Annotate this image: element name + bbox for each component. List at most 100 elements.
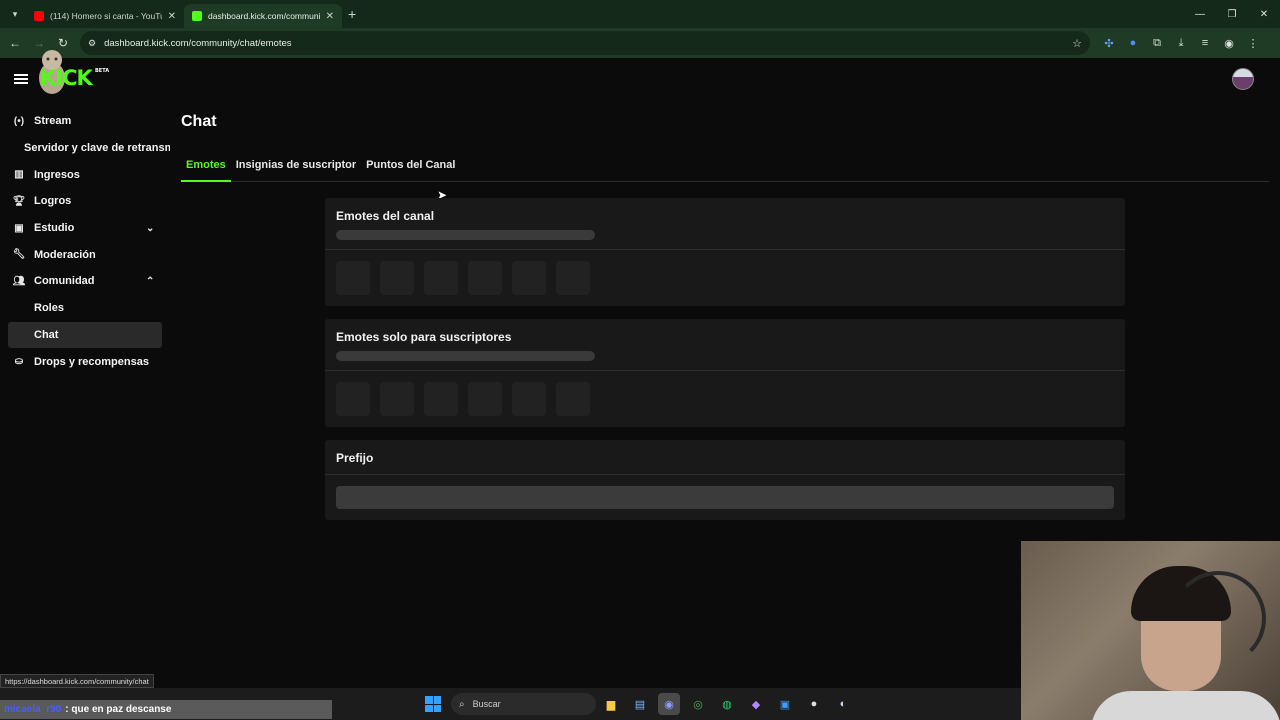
emote-slot[interactable] bbox=[380, 382, 414, 416]
tab-emotes[interactable]: Emotes bbox=[181, 156, 231, 182]
site-info-icon[interactable]: ⚙ bbox=[88, 38, 96, 49]
sidebar-item-chat[interactable]: Chat bbox=[8, 321, 162, 349]
card-header: Emotes solo para suscriptores bbox=[325, 319, 1125, 371]
store-icon[interactable]: ▣ bbox=[774, 693, 796, 715]
profile-icon[interactable]: ◉ bbox=[1217, 37, 1241, 50]
stream-chat-overlay: micaela_r90 : que en paz descanse bbox=[0, 700, 332, 719]
webcam-person bbox=[1091, 691, 1280, 720]
obs-icon[interactable]: ● bbox=[803, 693, 825, 715]
close-tab-icon[interactable]: ✕ bbox=[326, 11, 334, 22]
loading-placeholder bbox=[336, 351, 595, 361]
emote-slot[interactable] bbox=[556, 261, 590, 295]
steam-icon[interactable]: ◐ bbox=[832, 693, 854, 715]
puzzle-icon[interactable]: ⧉ bbox=[1145, 37, 1169, 50]
status-url: https://dashboard.kick.com/community/cha… bbox=[0, 674, 154, 688]
tab-search-icon[interactable]: ▾ bbox=[4, 4, 26, 24]
whatsapp-icon[interactable]: ◍ bbox=[716, 693, 738, 715]
emote-slot[interactable] bbox=[424, 261, 458, 295]
sidebar-item-label: Comunidad bbox=[34, 275, 95, 288]
wrench-icon: 🔧︎ bbox=[12, 249, 26, 261]
chevron-up-icon[interactable]: ⌃ bbox=[146, 276, 154, 287]
window-controls: — ❐ ✕ bbox=[1184, 0, 1280, 28]
chart-icon: ▥ bbox=[14, 169, 24, 181]
webcam-overlay bbox=[1021, 541, 1280, 720]
taskbar-apps: ▆ ▤ ◉ ◎ ◍ ◆ ▣ ● ◐ bbox=[600, 693, 854, 715]
sidebar-item-comunidad[interactable]: 👥︎ Comunidad ⌃ bbox=[0, 268, 170, 295]
sidebar-item-stream[interactable]: (•) Stream bbox=[0, 108, 170, 135]
sidebar-item-label: Chat bbox=[34, 328, 59, 341]
extension-icon[interactable]: ✣ bbox=[1097, 37, 1121, 50]
youtube-favicon-icon bbox=[34, 11, 44, 21]
user-avatar[interactable] bbox=[1232, 68, 1254, 90]
browser-tab-youtube[interactable]: (114) Homero si canta - YouTub ✕ bbox=[26, 4, 184, 28]
chrome-icon[interactable]: ◎ bbox=[687, 693, 709, 715]
kick-favicon-icon bbox=[192, 11, 202, 21]
media-icon[interactable]: ≡ bbox=[1193, 37, 1217, 49]
tab-title: (114) Homero si canta - YouTub bbox=[50, 11, 162, 21]
sidebar-item-label: Servidor y clave de retransmisión bbox=[24, 142, 170, 155]
browser-tab-kick[interactable]: dashboard.kick.com/communit ✕ bbox=[184, 4, 342, 28]
hamburger-menu-icon[interactable] bbox=[14, 72, 28, 86]
studio-icon: ▣ bbox=[14, 222, 24, 234]
discord-icon[interactable]: ◉ bbox=[658, 693, 680, 715]
notepad-icon[interactable]: ▤ bbox=[629, 693, 651, 715]
bookmark-star-icon[interactable]: ☆ bbox=[1072, 37, 1082, 50]
headset-icon bbox=[1171, 571, 1266, 666]
kebab-menu-icon[interactable]: ⋮ bbox=[1241, 37, 1265, 50]
close-tab-icon[interactable]: ✕ bbox=[168, 11, 176, 22]
gift-icon: ⛀ bbox=[14, 356, 24, 368]
folder-icon[interactable]: ▆ bbox=[600, 693, 622, 715]
card-title: Emotes solo para suscriptores bbox=[336, 330, 512, 344]
subscriber-emotes-card: Emotes solo para suscriptores bbox=[325, 319, 1125, 427]
trophy-icon: 🏆︎ bbox=[12, 195, 26, 207]
emote-slot[interactable] bbox=[512, 382, 546, 416]
sidebar-item-estudio[interactable]: ▣ Estudio ⌄ bbox=[0, 215, 170, 242]
search-icon: ⌕ bbox=[459, 698, 465, 710]
download-icon[interactable]: ⤓ bbox=[1169, 37, 1193, 50]
sidebar-item-server-key[interactable]: Servidor y clave de retransmisión bbox=[0, 135, 170, 162]
app-icon[interactable]: ◆ bbox=[745, 693, 767, 715]
emote-slot[interactable] bbox=[336, 261, 370, 295]
windows-start-icon[interactable] bbox=[425, 696, 441, 712]
kick-logo[interactable]: KICK BETA bbox=[40, 66, 109, 90]
broadcast-icon: (•) bbox=[13, 115, 25, 127]
new-tab-icon[interactable]: + bbox=[348, 6, 356, 22]
community-icon: 👥︎ bbox=[12, 275, 26, 287]
sidebar-item-label: Ingresos bbox=[34, 168, 80, 181]
emote-slot[interactable] bbox=[336, 382, 370, 416]
emote-slot[interactable] bbox=[380, 261, 414, 295]
close-window-icon[interactable]: ✕ bbox=[1248, 0, 1280, 28]
taskbar-search[interactable]: ⌕ Buscar bbox=[451, 693, 596, 715]
card-title: Prefijo bbox=[336, 451, 374, 465]
sidebar-item-label: Estudio bbox=[34, 222, 75, 235]
browser-tabbar: ▾ (114) Homero si canta - YouTub ✕ dashb… bbox=[0, 0, 1280, 28]
sidebar-item-roles[interactable]: Roles bbox=[0, 295, 170, 322]
tab-channel-points[interactable]: Puntos del Canal bbox=[361, 156, 460, 182]
search-placeholder: Buscar bbox=[472, 699, 501, 709]
chevron-down-icon[interactable]: ⌄ bbox=[146, 223, 154, 234]
sidebar-item-logros[interactable]: 🏆︎ Logros bbox=[0, 188, 170, 215]
emote-slots bbox=[325, 250, 1125, 306]
sidebar-item-moderacion[interactable]: 🔧︎ Moderación bbox=[0, 241, 170, 268]
emote-slot[interactable] bbox=[424, 382, 458, 416]
emote-slot[interactable] bbox=[556, 382, 590, 416]
emote-slot[interactable] bbox=[468, 261, 502, 295]
chat-message: : que en paz descanse bbox=[65, 704, 172, 715]
extension-icon[interactable]: ● bbox=[1121, 37, 1145, 49]
sidebar-item-ingresos[interactable]: ▥ Ingresos bbox=[0, 161, 170, 188]
sidebar-item-label: Roles bbox=[34, 302, 64, 315]
address-bar[interactable]: ⚙ dashboard.kick.com/community/chat/emot… bbox=[80, 31, 1090, 55]
emote-slot[interactable] bbox=[468, 382, 502, 416]
prefix-input[interactable] bbox=[336, 486, 1114, 509]
emote-slot[interactable] bbox=[512, 261, 546, 295]
sidebar-item-label: Stream bbox=[34, 115, 72, 128]
back-icon[interactable]: ← bbox=[3, 31, 27, 55]
restore-icon[interactable]: ❐ bbox=[1216, 0, 1248, 28]
tab-subscriber-badges[interactable]: Insignias de suscriptor bbox=[231, 156, 361, 182]
minimize-icon[interactable]: — bbox=[1184, 0, 1216, 28]
sidebar-item-drops[interactable]: ⛀ Drops y recompensas bbox=[0, 348, 170, 375]
page-title: Chat bbox=[181, 113, 217, 130]
card-title: Emotes del canal bbox=[336, 209, 435, 223]
tab-title: dashboard.kick.com/communit bbox=[208, 11, 320, 21]
chat-username: micaela_r90 bbox=[4, 704, 62, 715]
